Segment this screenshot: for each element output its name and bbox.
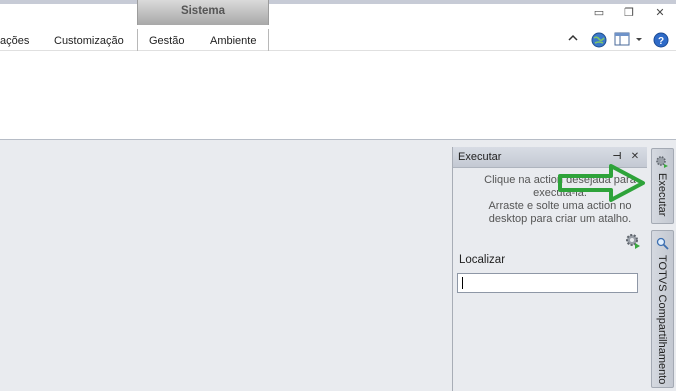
side-tab-label: Executar bbox=[656, 173, 668, 217]
panel-close-icon[interactable]: ✕ bbox=[628, 150, 642, 164]
search-input[interactable] bbox=[457, 273, 638, 293]
layout-dropdown-icon[interactable] bbox=[634, 32, 644, 48]
pin-icon[interactable]: ⊣ bbox=[610, 150, 624, 164]
title-bar bbox=[0, 0, 676, 29]
side-tab-executar[interactable]: Executar bbox=[651, 148, 674, 224]
context-tab-sistema[interactable]: Sistema bbox=[137, 0, 269, 25]
side-tab-label: TOTVS Compartilhamento bbox=[656, 255, 668, 385]
search-label: Localizar bbox=[459, 254, 506, 266]
menu-item-gestao[interactable]: Gestão bbox=[149, 29, 184, 51]
restore-button[interactable]: ❐ bbox=[620, 4, 638, 22]
globe-icon[interactable] bbox=[591, 32, 607, 48]
annotation-arrow bbox=[556, 163, 648, 206]
help-icon[interactable]: ? bbox=[653, 32, 669, 48]
svg-text:?: ? bbox=[658, 36, 664, 47]
desktop-area[interactable] bbox=[0, 141, 452, 391]
side-tab-totvs-compartilhamento[interactable]: TOTVS Compartilhamento bbox=[651, 230, 674, 388]
gear-icon bbox=[655, 155, 669, 172]
collapse-ribbon-icon[interactable] bbox=[565, 32, 581, 48]
layout-icon[interactable] bbox=[614, 32, 630, 48]
panel-title: Executar bbox=[458, 151, 502, 163]
text-caret bbox=[462, 277, 463, 289]
menu-item-acoes[interactable]: ações bbox=[0, 29, 29, 51]
menu-item-customizacao[interactable]: Customização bbox=[54, 29, 124, 51]
close-window-button[interactable]: ✕ bbox=[651, 4, 669, 22]
minimize-button[interactable]: ▭ bbox=[590, 4, 608, 22]
gear-icon bbox=[624, 232, 642, 250]
ribbon-panel bbox=[0, 51, 676, 140]
menu-item-ambiente[interactable]: Ambiente bbox=[210, 29, 256, 51]
magnifier-icon bbox=[656, 237, 669, 253]
